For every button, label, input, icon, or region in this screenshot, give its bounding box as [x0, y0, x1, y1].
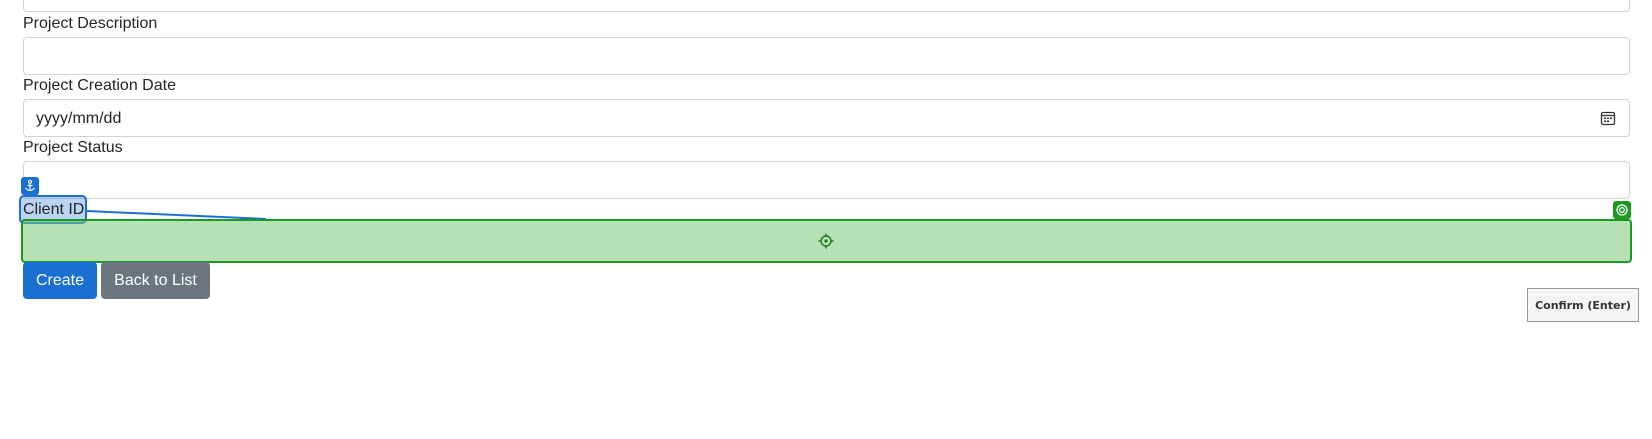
confirm-button[interactable]: Confirm (Enter): [1527, 288, 1639, 322]
target-marker-icon: [1613, 201, 1631, 219]
crosshair-icon: [818, 233, 834, 249]
create-button[interactable]: Create: [23, 262, 97, 299]
create-project-form-page: Project Description Project Creation Dat…: [0, 0, 1652, 439]
back-to-list-button[interactable]: Back to List: [101, 262, 210, 299]
